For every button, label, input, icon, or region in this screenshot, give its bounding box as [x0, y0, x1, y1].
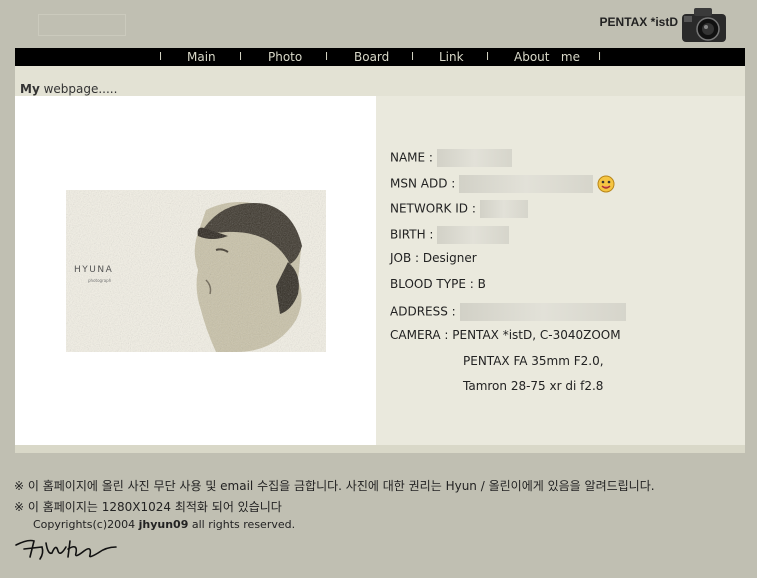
name-row: NAME : — [390, 149, 512, 167]
nav-separator: l — [239, 50, 243, 63]
job-row: JOB : Designer — [390, 251, 477, 265]
birth-row: BIRTH : — [390, 226, 510, 244]
nav-item-board[interactable]: Board — [354, 50, 389, 64]
lens-row: Tamron 28-75 xr di f2.8 — [463, 379, 604, 393]
nav-item-photo[interactable]: Photo — [268, 50, 302, 64]
brand-title: PENTAX *istD — [599, 15, 678, 29]
content-bottom-strip — [15, 445, 745, 453]
redacted-value — [459, 175, 594, 193]
nav-item-link[interactable]: Link — [439, 50, 464, 64]
redacted-value — [459, 303, 626, 321]
nav-item-main[interactable]: Main — [187, 50, 216, 64]
copyright: Copyrights(c)2004 jhyun09 all rights res… — [33, 518, 296, 531]
address-row: ADDRESS : — [390, 303, 626, 321]
nav-separator: l — [486, 50, 490, 63]
camera-row: CAMERA : PENTAX *istD, C-3040ZOOM — [390, 328, 621, 342]
network-id-row: NETWORK ID : — [390, 200, 528, 218]
msn-row: MSN ADD : — [390, 175, 616, 193]
redacted-value — [436, 149, 512, 167]
redacted-value — [479, 200, 528, 218]
smiley-icon — [597, 175, 615, 193]
profile-photo: HYUNA photograph — [66, 190, 326, 352]
photo-caption-small: photograph — [88, 278, 112, 283]
nav-separator: l — [159, 50, 163, 63]
footer-notice: ※ 이 홈페이지에 올린 사진 무단 사용 및 email 수집을 금합니다. … — [14, 479, 655, 493]
profile-panel: NAME : MSN ADD : NETWORK ID : BIRTH : JO… — [376, 96, 745, 445]
photo-caption: HYUNA — [74, 265, 113, 275]
signature-image — [15, 539, 117, 560]
blood-type-row: BLOOD TYPE : B — [390, 277, 486, 291]
main-nav: l Main l Photo l Board l Link l About me… — [15, 48, 745, 66]
lens-row: PENTAX FA 35mm F2.0, — [463, 354, 604, 368]
page-subtitle: My webpage..... — [20, 82, 118, 96]
nav-separator: l — [598, 50, 602, 63]
subtitle-bar: My webpage..... — [15, 66, 745, 96]
nav-separator: l — [325, 50, 329, 63]
photo-panel: HYUNA photograph — [15, 96, 376, 445]
redacted-value — [437, 226, 510, 244]
footer-notice: ※ 이 홈페이지는 1280X1024 최적화 되어 있습니다 — [14, 500, 282, 514]
camera-icon — [682, 8, 726, 42]
nav-item-about-me[interactable]: About me — [514, 50, 580, 64]
nav-separator: l — [411, 50, 415, 63]
faint-logo-box — [38, 14, 126, 36]
